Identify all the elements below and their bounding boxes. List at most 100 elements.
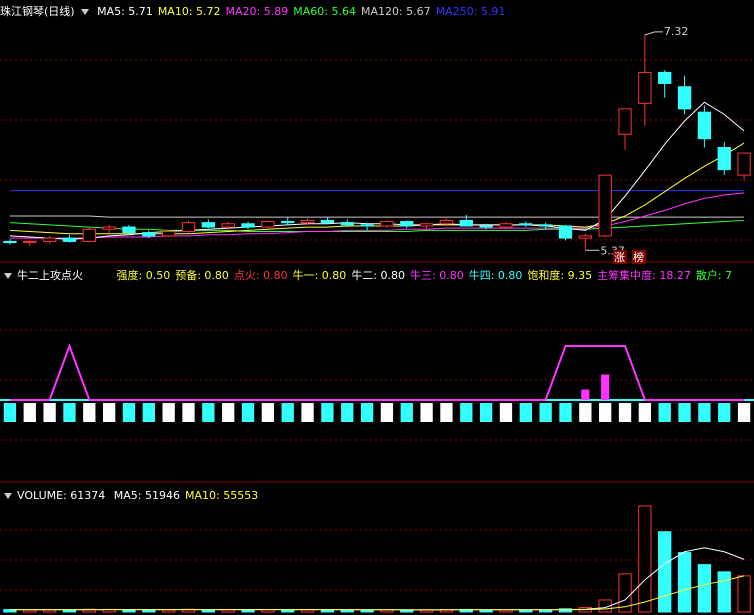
indicator-block	[499, 403, 513, 422]
candle-body	[479, 225, 493, 228]
indicator-block	[698, 403, 711, 422]
indicator-block	[737, 403, 751, 422]
chart-canvas[interactable]: 7.325.37涨榜	[0, 0, 754, 615]
candle-body	[439, 219, 454, 225]
volume-bar	[23, 609, 37, 613]
volume-bar	[479, 609, 493, 613]
indicator-block	[519, 403, 532, 422]
candle-body	[400, 221, 414, 227]
volume-ma5-line	[9, 547, 745, 611]
indicator-block	[539, 403, 552, 422]
indicator-block	[3, 403, 17, 422]
indicator-block	[162, 403, 175, 422]
candle-body	[618, 108, 632, 135]
candle-body	[281, 221, 295, 224]
candle-body	[658, 71, 672, 84]
candle-body	[419, 223, 434, 227]
candle-body	[717, 147, 731, 171]
indicator-block	[281, 403, 294, 422]
candle-body	[181, 222, 196, 232]
indicator-block	[400, 403, 413, 422]
ma10-line	[9, 142, 745, 235]
indicator-block	[102, 403, 116, 422]
candle-body	[62, 237, 77, 242]
volume-bar	[340, 609, 354, 613]
indicator-block	[559, 403, 572, 422]
candle-body	[201, 222, 215, 228]
candle-body	[340, 222, 354, 226]
candle-body	[519, 223, 533, 226]
indicator-block	[122, 403, 136, 422]
indicator-block	[63, 403, 76, 422]
volume-bar	[241, 609, 255, 613]
volume-bar	[360, 609, 374, 613]
candle-body	[598, 174, 612, 237]
indicator-block	[638, 403, 652, 422]
indicator-block	[658, 403, 671, 422]
indicator-block	[261, 403, 275, 422]
high-label: 7.32	[664, 25, 689, 38]
indicator-block	[579, 403, 592, 422]
limit-up-tag-label: 涨	[614, 251, 625, 264]
volume-bar	[162, 609, 176, 613]
indicator-block	[678, 403, 691, 422]
volume-bar	[638, 505, 652, 613]
volume-bar	[737, 575, 751, 613]
indicator-block	[380, 403, 394, 422]
candle-body	[122, 226, 136, 234]
volume-bar	[677, 552, 692, 613]
indicator-block	[241, 403, 255, 422]
indicator-block	[360, 403, 374, 422]
candle-body	[578, 235, 592, 239]
candle-body	[261, 221, 275, 228]
candle-body	[221, 223, 235, 228]
volume-bar	[142, 609, 156, 613]
candle-body	[241, 223, 255, 228]
indicator-block	[460, 403, 473, 422]
volume-bar	[697, 564, 712, 613]
indicator-signal-line	[9, 343, 745, 401]
candle-body	[539, 224, 553, 227]
indicator-block	[341, 403, 354, 422]
indicator-block	[142, 403, 155, 422]
indicator-block	[222, 403, 235, 422]
indicator-block	[420, 403, 433, 422]
indicator-bar	[581, 389, 590, 400]
candle-body	[102, 226, 116, 230]
indicator-block	[599, 403, 612, 422]
volume-bar	[717, 571, 731, 613]
candle-body	[360, 224, 374, 227]
indicator-block	[479, 403, 493, 422]
ma120-line	[9, 215, 745, 218]
candle-body	[380, 221, 394, 227]
candle-body	[459, 219, 473, 227]
volume-bar	[539, 609, 553, 613]
candle-body	[638, 71, 652, 104]
indicator-block	[301, 403, 314, 422]
candle-body	[42, 237, 57, 242]
candle-body	[162, 230, 176, 237]
candle-body	[320, 219, 335, 224]
volume-bar	[320, 609, 335, 613]
candle-body	[677, 86, 692, 110]
candle-body	[23, 240, 37, 244]
indicator-bar	[601, 374, 610, 400]
candle-body	[697, 111, 712, 140]
candle-body	[558, 225, 573, 239]
indicator-block	[718, 403, 731, 422]
limit-up-tag-label: 榜	[633, 250, 644, 264]
indicator-block	[83, 403, 96, 422]
high-marker	[644, 31, 663, 36]
indicator-block	[321, 403, 334, 422]
candle-body	[300, 219, 315, 224]
indicator-block	[43, 403, 56, 422]
volume-bar	[658, 531, 672, 613]
indicator-block	[182, 403, 195, 422]
candle-body	[3, 240, 17, 244]
indicator-block	[440, 403, 453, 422]
indicator-block	[618, 403, 632, 422]
candle-body	[499, 223, 513, 228]
indicator-block	[23, 403, 36, 422]
candle-body	[142, 232, 156, 237]
volume-ma10-line	[9, 575, 745, 611]
